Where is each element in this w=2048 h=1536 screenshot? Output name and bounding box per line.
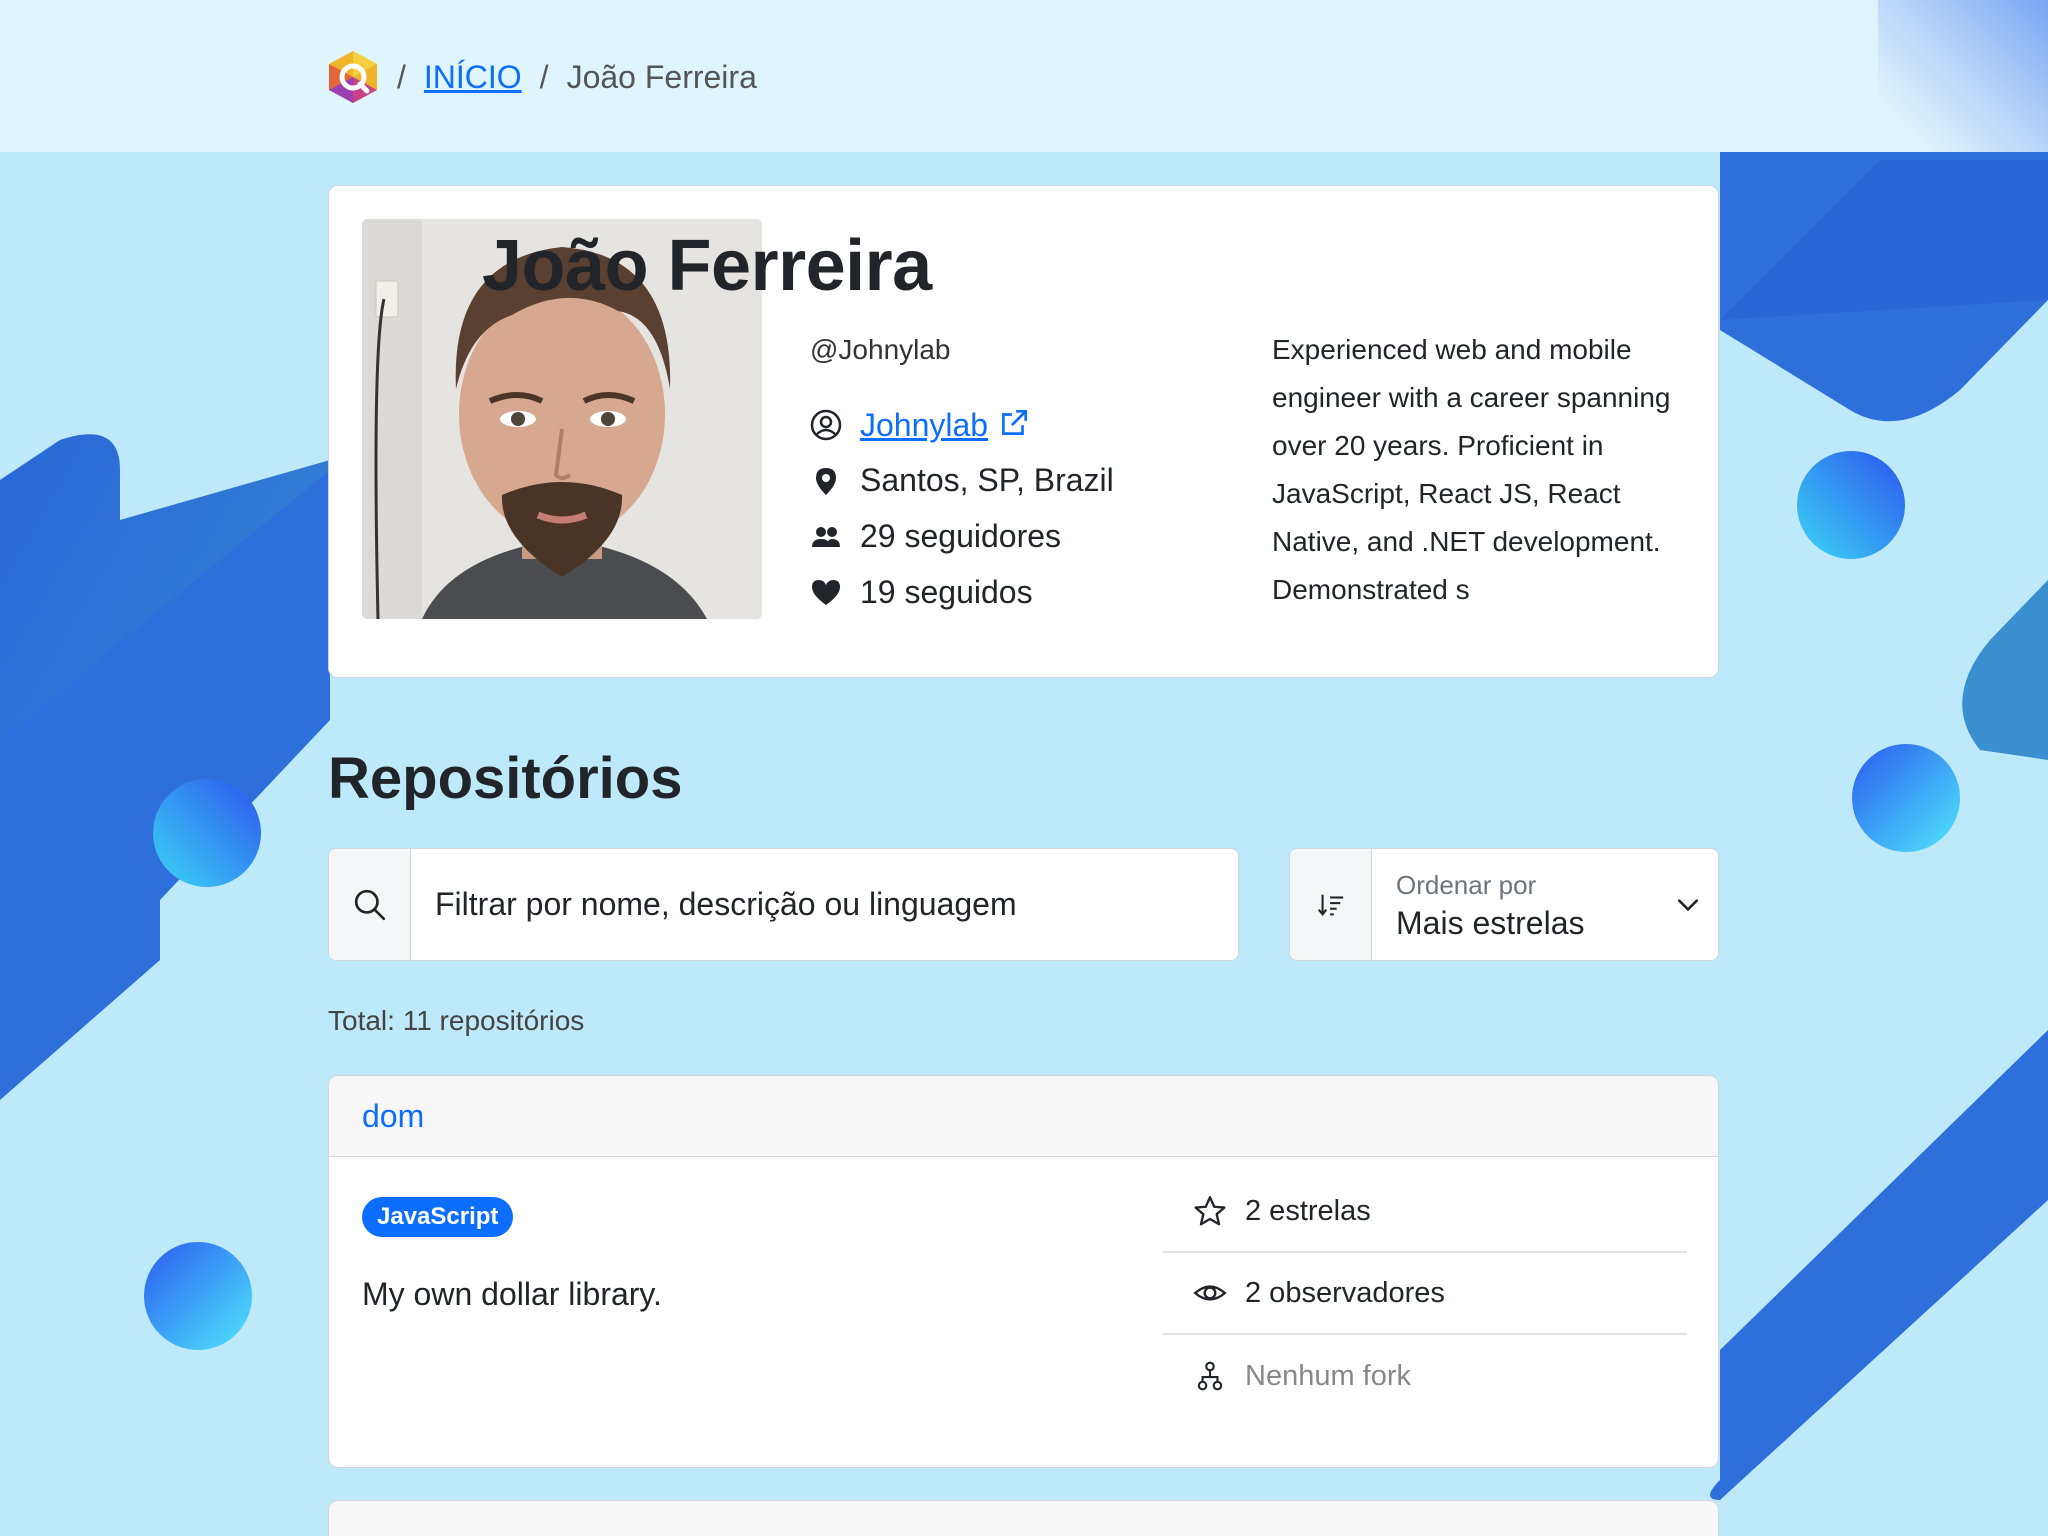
profile-link-row: Johnylab — [810, 406, 1031, 444]
repo-search-input[interactable] — [411, 849, 1238, 960]
repo-card: dom JavaScript My own dollar library. 2 … — [328, 1075, 1719, 1468]
chevron-down-icon — [1677, 898, 1699, 911]
repo-forks-label: Nenhum fork — [1245, 1359, 1412, 1392]
breadcrumb-home-link[interactable]: INÍCIO — [424, 59, 522, 96]
location-pin-icon — [816, 467, 836, 495]
profile-username: @Johnylab — [810, 334, 951, 365]
repo-card-header: dom — [329, 1076, 1718, 1157]
sort-prefix — [1290, 849, 1372, 960]
repositories-total: Total: 11 repositórios — [328, 1005, 585, 1036]
profile-bio: Experienced web and mobile engineer with… — [1272, 334, 1671, 605]
profile-location-row: Santos, SP, Brazil — [810, 462, 1114, 499]
profile-following: 19 seguidos — [860, 574, 1033, 610]
github-profile-link[interactable]: Johnylab — [860, 407, 988, 443]
repo-card-next — [328, 1500, 1719, 1536]
search-prefix — [329, 849, 411, 960]
fork-icon — [1197, 1361, 1223, 1391]
profile-following-row: 19 seguidos — [810, 574, 1033, 611]
repo-sort-select[interactable]: Ordenar por Mais estrelas — [1289, 848, 1719, 961]
language-badge: JavaScript — [362, 1197, 514, 1237]
logo-icon[interactable] — [327, 49, 379, 105]
repo-stats: 2 estrelas 2 observadores Nenhum fork — [1163, 1171, 1687, 1417]
breadcrumb-current: João Ferreira — [566, 58, 757, 95]
repo-stars: 2 estrelas — [1163, 1171, 1687, 1253]
repo-description: My own dollar library. — [362, 1276, 662, 1312]
breadcrumb-separator: / — [397, 58, 406, 95]
profile-followers: 29 seguidores — [860, 518, 1062, 554]
users-icon — [812, 526, 840, 547]
profile-followers-row: 29 seguidores — [810, 518, 1061, 555]
repo-forks: Nenhum fork — [1163, 1335, 1687, 1417]
external-link-icon — [1002, 409, 1027, 435]
repo-stars-label: 2 estrelas — [1245, 1194, 1371, 1227]
repo-name-link[interactable]: dom — [362, 1098, 424, 1135]
search-icon — [354, 889, 385, 920]
profile-name: João Ferreira — [482, 226, 932, 306]
repo-watchers-label: 2 observadores — [1245, 1276, 1445, 1309]
eye-icon — [1193, 1285, 1227, 1301]
sort-icon — [1317, 894, 1343, 916]
user-circle-icon — [810, 409, 842, 441]
top-navigation-bar: / INÍCIO / João Ferreira — [0, 0, 2048, 152]
sort-label: Ordenar por — [1396, 869, 1537, 900]
repositories-title: Repositórios — [328, 746, 683, 811]
sort-value: Mais estrelas — [1396, 904, 1585, 941]
repo-watchers: 2 observadores — [1163, 1253, 1687, 1335]
star-icon — [1194, 1196, 1226, 1226]
profile-location: Santos, SP, Brazil — [860, 462, 1114, 498]
breadcrumb-separator: / — [539, 58, 549, 95]
breadcrumb: / INÍCIO / João Ferreira — [327, 49, 757, 105]
repo-search-box — [328, 848, 1239, 961]
heart-icon — [812, 579, 840, 605]
topbar-glow — [1878, 0, 2048, 152]
